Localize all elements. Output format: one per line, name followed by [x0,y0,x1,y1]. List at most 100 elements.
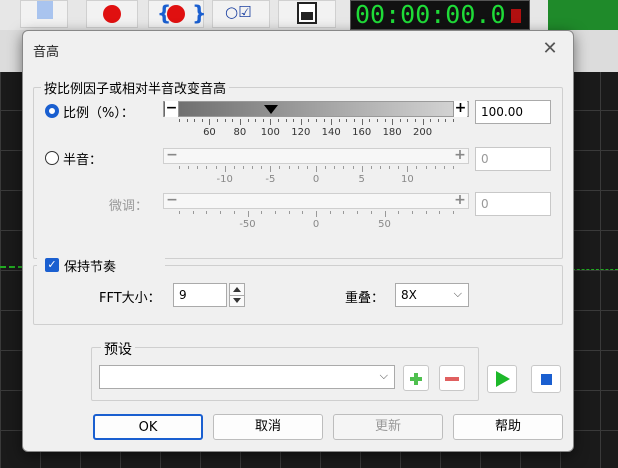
fine-tick-label: -50 [239,219,256,230]
ratio-tick [407,119,409,122]
ratio-tick-label: 140 [321,127,341,138]
ratio-radio[interactable] [45,104,59,118]
semitone-tick [416,166,418,169]
ratio-tick [262,119,264,122]
close-button[interactable]: ✕ [535,37,565,61]
ratio-tick [209,119,211,125]
ratio-tick [308,119,310,122]
fine-input[interactable]: 0 [475,192,551,216]
stop-button[interactable] [531,365,561,393]
ratio-tick [323,119,325,122]
close-icon: ✕ [542,38,558,59]
ratio-tick [247,119,249,122]
semitone-tick [343,166,345,169]
semitone-tick [361,166,363,172]
semitone-tick [288,166,290,169]
ratio-tick [194,119,196,122]
ratio-tick [201,119,203,122]
fine-tick [316,211,317,217]
semitone-slider[interactable]: − + [163,148,469,164]
check-icon: ✓ [47,258,57,271]
fine-ticks: -50 0 50 [179,211,454,230]
level-meter [548,0,618,30]
overlap-select[interactable]: 8X ⌵ [395,283,469,307]
fine-tick [247,211,249,217]
semitone-tick [242,166,244,169]
ratio-tick [239,119,241,125]
ratio-tick-label: 60 [203,127,216,138]
ratio-tick [270,119,272,125]
help-button[interactable]: 帮助 [453,414,563,440]
ratio-tick [232,119,234,122]
ratio-tick [354,119,356,122]
preview-button[interactable] [487,365,517,393]
semitone-tick [425,166,427,169]
ratio-tick [399,119,401,122]
pitch-group-legend: 按比例因子或相对半音改变音高 [41,78,230,97]
keep-tempo-checkbox[interactable]: ✓ [45,258,59,272]
dialog-title: 音高 [33,45,60,60]
mixer-button[interactable] [278,0,336,28]
semitone-slider-minus[interactable]: − [165,148,179,164]
ratio-tick-label: 160 [352,127,372,138]
fine-tick [384,211,386,217]
fine-tick-label: 0 [312,219,320,230]
brace-icon: { } [157,1,207,25]
ratio-input[interactable]: 100.00 [475,100,551,124]
main-toolbar: { } ○☑ 00:00:00.0 [0,0,618,30]
ratio-tick [300,119,302,125]
ratio-tick [346,119,348,122]
time-display-text: 00:00:00.0 [355,0,506,29]
preset-select[interactable]: ⌵ [99,365,395,389]
chevron-down-icon: ⌵ [453,287,462,300]
ratio-tick [445,119,447,122]
fine-tick [370,211,372,214]
fine-slider-minus[interactable]: − [165,193,179,209]
ratio-label: 比例（%）： [63,106,134,121]
ok-button[interactable]: OK [93,414,203,440]
semitone-input[interactable]: 0 [475,147,551,171]
update-button[interactable]: 更新 [333,414,443,440]
ratio-tick [316,119,317,122]
fine-slider[interactable]: − + [163,193,469,209]
chevron-down-icon: ⌵ [379,369,388,382]
semitone-tick-label: -5 [265,174,276,185]
fft-spinner[interactable] [229,283,245,307]
add-preset-button[interactable] [403,365,429,391]
minus-icon [445,377,459,381]
semitone-tick [407,166,409,172]
ratio-tick [414,119,416,122]
fine-tick [343,211,345,214]
fine-slider-plus[interactable]: + [453,193,467,209]
record-indicator [511,9,521,23]
semitone-radio[interactable] [45,151,59,165]
semitone-tick-label: 5 [358,174,365,185]
markers-button[interactable]: ○☑ [212,0,270,28]
semitone-tick-label: -10 [216,174,233,185]
record-button[interactable] [86,0,138,28]
ratio-tick [369,119,371,122]
ratio-slider-thumb[interactable] [264,105,279,114]
semitone-slider-plus[interactable]: + [453,148,467,164]
ratio-tick-label: 200 [413,127,433,138]
toolbar-button[interactable] [20,0,68,28]
time-display: 00:00:00.0 [350,0,530,30]
fft-input[interactable]: 9 [173,283,227,307]
spin-down-icon[interactable] [233,298,241,303]
keep-tempo-label: 保持节奏 [64,260,117,275]
semitone-tick [215,166,217,169]
ratio-slider-plus[interactable]: + [453,101,467,117]
cancel-button[interactable]: 取消 [213,414,323,440]
ratio-slider[interactable]: − + [163,101,469,117]
fine-tick [329,211,331,214]
semitone-tick [279,166,281,169]
spin-up-icon[interactable] [233,287,241,292]
semitone-tick [370,166,372,169]
loop-record-button[interactable]: { } [148,0,207,28]
ratio-slider-minus[interactable]: − [165,101,179,117]
fine-tick [302,211,304,214]
semitone-tick [325,166,327,169]
pitch-dialog: 音高 ✕ 按比例因子或相对半音改变音高 比例（%）： − + 60 80 100 12… [22,30,574,452]
fine-tick [233,211,235,214]
remove-preset-button[interactable] [439,365,465,391]
